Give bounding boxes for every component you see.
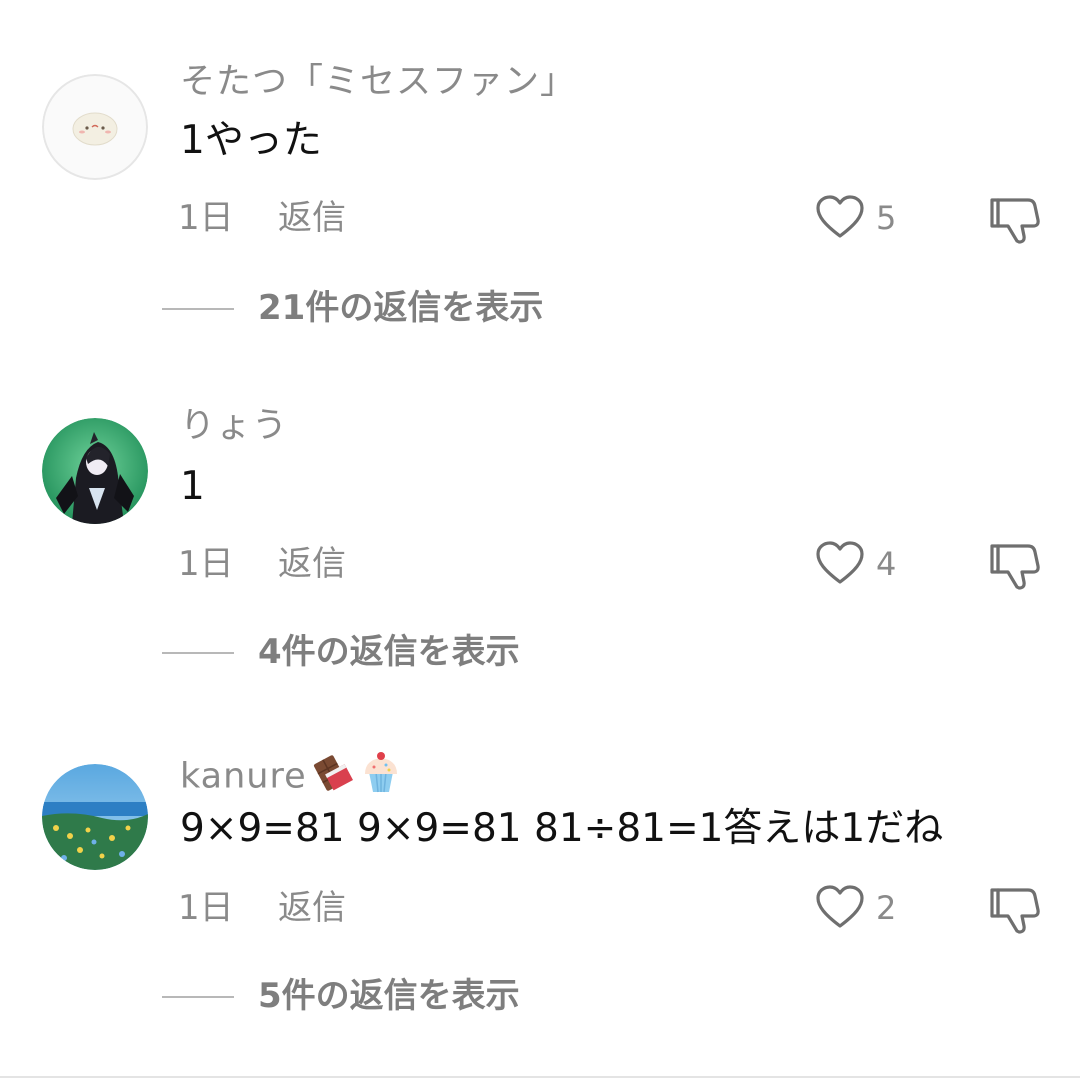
like-count: 4 [876,545,897,583]
cupcake-emoji [361,750,401,805]
reply-button[interactable]: 返信 [278,886,346,930]
thumbs-down-icon [990,198,1040,244]
avatar[interactable] [42,418,148,524]
heart-icon [816,885,864,928]
chocolate-bar-emoji [311,752,357,803]
like-button[interactable]: 2 [814,882,904,934]
comment-time: 1日 [178,544,234,584]
anime-character-avatar-icon [42,418,148,524]
dislike-button[interactable] [988,538,1042,592]
comment-time: 1日 [178,888,234,928]
username[interactable]: りょう [180,404,288,448]
like-button[interactable]: 4 [814,538,904,590]
comment-item: りょう 1 1日 返信 4 4件の返信を表示 [0,346,1080,691]
white-blob-avatar-icon [42,74,148,180]
view-replies-label: 4件の返信を表示 [258,632,520,672]
avatar[interactable] [42,74,148,180]
comment-item: kanure 9×9=81 9×9=81 81÷81=1答えは1だね 1日 返信… [0,692,1080,1037]
comment-item: そたつ「ミセスファン」 1やった 1日 返信 5 21件の返信を表示 [0,0,1080,345]
seaside-flowers-avatar-icon [42,764,148,870]
like-count: 5 [876,199,897,237]
divider-line [162,996,234,998]
divider-line [162,652,234,654]
like-button[interactable]: 5 [814,192,904,244]
reply-button[interactable]: 返信 [278,542,346,586]
username-text: kanure [180,756,307,797]
username[interactable]: そたつ「ミセスファン」 [180,60,576,104]
dislike-button[interactable] [988,192,1042,246]
comment-time: 1日 [178,198,234,238]
comment-text: 9×9=81 9×9=81 81÷81=1答えは1だね [180,806,944,851]
divider-line [162,308,234,310]
heart-icon [816,195,864,238]
view-replies-label: 5件の返信を表示 [258,976,520,1016]
username[interactable]: kanure [180,750,401,805]
comment-text: 1 [180,464,205,509]
thumbs-down-icon [990,544,1040,590]
thumbs-down-icon [990,888,1040,934]
like-count: 2 [876,889,897,927]
dislike-button[interactable] [988,882,1042,936]
bottom-divider [0,1076,1080,1078]
comment-text: 1やった [180,118,322,163]
avatar[interactable] [42,764,148,870]
reply-button[interactable]: 返信 [278,196,346,240]
view-replies-label: 21件の返信を表示 [258,288,544,328]
heart-icon [816,541,864,584]
